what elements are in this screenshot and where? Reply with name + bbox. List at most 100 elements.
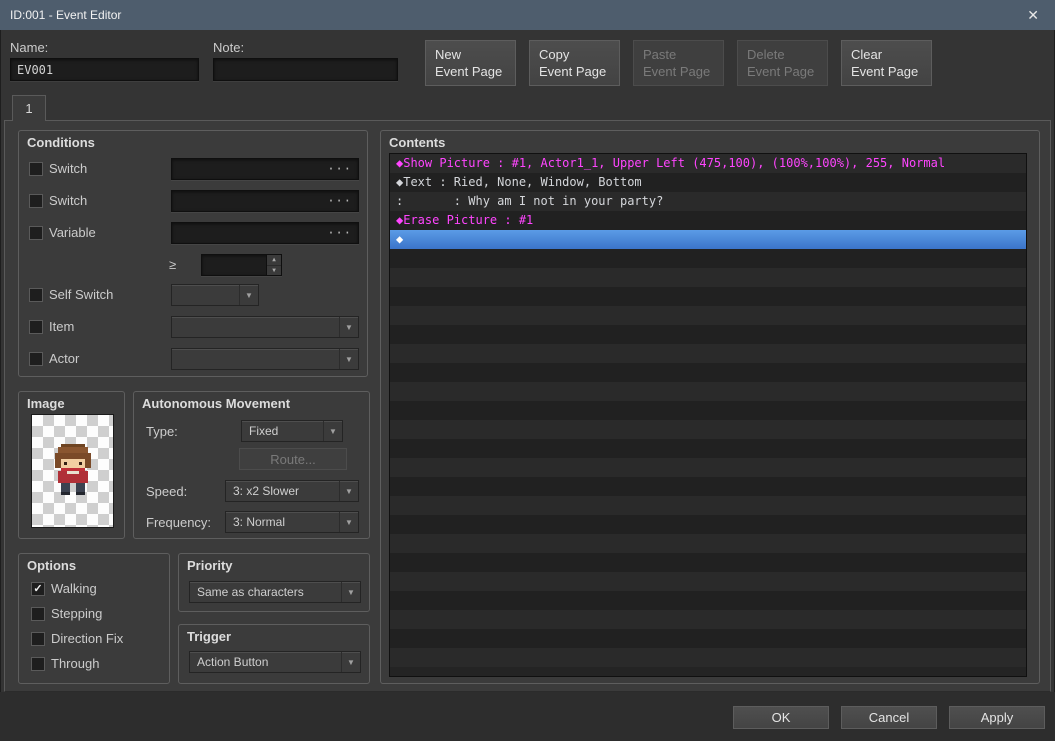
- item-select[interactable]: ▼: [171, 316, 359, 338]
- contents-row[interactable]: [390, 477, 1026, 496]
- contents-row[interactable]: [390, 648, 1026, 667]
- contents-list[interactable]: ◆Show Picture : #1, Actor1_1, Upper Left…: [389, 153, 1027, 677]
- contents-row[interactable]: [390, 591, 1026, 610]
- more-icon[interactable]: ···: [327, 194, 352, 208]
- event-editor-window: ID:001 - Event Editor ✕ Name: Note: New …: [0, 0, 1055, 741]
- more-icon[interactable]: ···: [327, 226, 352, 240]
- through-checkbox[interactable]: ✓: [31, 657, 45, 671]
- contents-row[interactable]: [390, 287, 1026, 306]
- movement-frequency-select[interactable]: 3: Normal ▼: [225, 511, 359, 533]
- contents-row[interactable]: ◆Erase Picture : #1: [390, 211, 1026, 230]
- switch2-checkbox[interactable]: ✓: [29, 194, 43, 208]
- contents-row[interactable]: ◆Text : Ried, None, Window, Bottom: [390, 173, 1026, 192]
- contents-row[interactable]: [390, 610, 1026, 629]
- name-input[interactable]: [10, 58, 199, 81]
- apply-button[interactable]: Apply: [949, 706, 1045, 729]
- check-icon: ✓: [33, 582, 43, 595]
- self-switch-checkbox[interactable]: ✓: [29, 288, 43, 302]
- ok-button[interactable]: OK: [733, 706, 829, 729]
- actor-select[interactable]: ▼: [171, 348, 359, 370]
- selected-value: 3: Normal: [233, 515, 286, 529]
- close-icon[interactable]: ✕: [1021, 7, 1045, 24]
- direction-fix-checkbox[interactable]: ✓: [31, 632, 45, 646]
- contents-title: Contents: [389, 135, 446, 150]
- frequency-label: Frequency:: [146, 515, 212, 530]
- contents-row[interactable]: [390, 629, 1026, 648]
- autonomous-movement-title: Autonomous Movement: [142, 396, 291, 411]
- contents-row[interactable]: [390, 325, 1026, 344]
- clear-event-page-button[interactable]: Clear Event Page: [841, 40, 932, 86]
- selected-value: Action Button: [197, 655, 269, 669]
- switch1-input[interactable]: ···: [171, 158, 359, 180]
- cancel-button[interactable]: Cancel: [841, 706, 937, 729]
- button-label: Event Page: [539, 64, 607, 79]
- image-group: Image: [18, 391, 125, 539]
- contents-row[interactable]: [390, 534, 1026, 553]
- route-button[interactable]: Route...: [239, 448, 347, 470]
- actor-label: Actor: [49, 351, 80, 366]
- stepping-checkbox[interactable]: ✓: [31, 607, 45, 621]
- selected-value: 3: x2 Slower: [233, 484, 300, 498]
- contents-row[interactable]: [390, 553, 1026, 572]
- spin-up-icon[interactable]: ▲: [267, 255, 281, 266]
- item-checkbox[interactable]: ✓: [29, 320, 43, 334]
- priority-select[interactable]: Same as characters ▼: [189, 581, 361, 603]
- autonomous-movement-group: Autonomous Movement Type: Fixed ▼ Route.…: [133, 391, 370, 539]
- self-switch-select[interactable]: ▼: [171, 284, 259, 306]
- contents-row[interactable]: [390, 249, 1026, 268]
- movement-speed-select[interactable]: 3: x2 Slower ▼: [225, 480, 359, 502]
- variable-input[interactable]: ···: [171, 222, 359, 244]
- walking-checkbox[interactable]: ✓: [31, 582, 45, 596]
- button-label: Copy: [539, 47, 570, 62]
- character-image-box[interactable]: [31, 414, 114, 528]
- contents-row[interactable]: [390, 420, 1026, 439]
- window-title: ID:001 - Event Editor: [10, 8, 122, 22]
- priority-title: Priority: [187, 558, 233, 573]
- options-group: Options ✓ Walking ✓ Stepping ✓ Direction…: [18, 553, 170, 684]
- button-label: Event Page: [747, 64, 815, 79]
- delete-event-page-button[interactable]: Delete Event Page: [737, 40, 828, 86]
- copy-event-page-button[interactable]: Copy Event Page: [529, 40, 620, 86]
- contents-row[interactable]: ◆: [390, 230, 1026, 249]
- contents-row[interactable]: [390, 306, 1026, 325]
- contents-row[interactable]: ◆Show Picture : #1, Actor1_1, Upper Left…: [390, 154, 1026, 173]
- variable-checkbox[interactable]: ✓: [29, 226, 43, 240]
- movement-type-select[interactable]: Fixed ▼: [241, 420, 343, 442]
- chevron-down-icon: ▼: [239, 285, 258, 305]
- trigger-title: Trigger: [187, 629, 232, 644]
- spin-down-icon[interactable]: ▼: [267, 266, 281, 276]
- trigger-select[interactable]: Action Button ▼: [189, 651, 361, 673]
- paste-event-page-button[interactable]: Paste Event Page: [633, 40, 724, 86]
- stepping-label: Stepping: [51, 606, 103, 621]
- tab-page-1[interactable]: 1: [12, 95, 46, 121]
- chevron-down-icon: ▼: [339, 317, 358, 337]
- variable-value-spinner[interactable]: ▲ ▼: [201, 254, 282, 276]
- contents-row[interactable]: [390, 572, 1026, 591]
- selected-value: Fixed: [249, 424, 279, 438]
- contents-row[interactable]: [390, 458, 1026, 477]
- spinner-buttons[interactable]: ▲ ▼: [266, 255, 281, 275]
- contents-row[interactable]: [390, 268, 1026, 287]
- more-icon[interactable]: ···: [327, 162, 352, 176]
- actor-checkbox[interactable]: ✓: [29, 352, 43, 366]
- note-input[interactable]: [213, 58, 398, 81]
- switch2-label: Switch: [49, 193, 88, 208]
- titlebar: ID:001 - Event Editor ✕: [0, 0, 1055, 30]
- contents-row[interactable]: [390, 344, 1026, 363]
- contents-row[interactable]: [390, 401, 1026, 420]
- contents-row[interactable]: [390, 439, 1026, 458]
- selected-value: Same as characters: [197, 585, 304, 599]
- contents-row[interactable]: : : Why am I not in your party?: [390, 192, 1026, 211]
- new-event-page-button[interactable]: New Event Page: [425, 40, 516, 86]
- options-title: Options: [27, 558, 77, 573]
- contents-row[interactable]: [390, 515, 1026, 534]
- contents-row[interactable]: [390, 363, 1026, 382]
- switch1-checkbox[interactable]: ✓: [29, 162, 43, 176]
- contents-row[interactable]: [390, 496, 1026, 515]
- note-label: Note:: [213, 40, 245, 55]
- contents-row[interactable]: [390, 382, 1026, 401]
- walking-label: Walking: [51, 581, 97, 596]
- through-label: Through: [51, 656, 100, 671]
- image-title: Image: [27, 396, 65, 411]
- switch2-input[interactable]: ···: [171, 190, 359, 212]
